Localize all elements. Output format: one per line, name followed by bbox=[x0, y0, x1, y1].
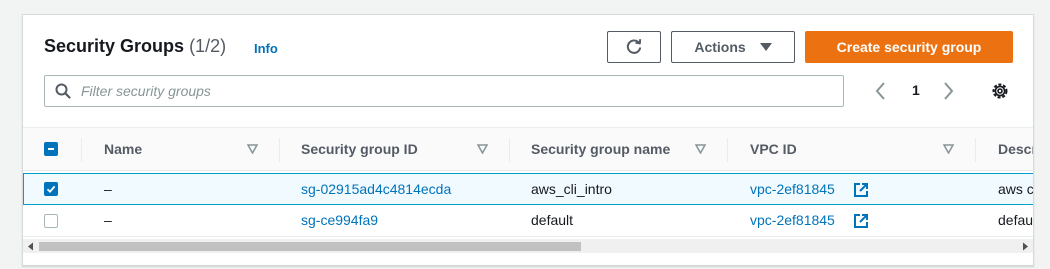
cell-name: – bbox=[104, 212, 112, 228]
horizontal-scrollbar[interactable] bbox=[23, 239, 1033, 253]
sort-icon[interactable] bbox=[477, 144, 488, 154]
cell-security-group-name: default bbox=[531, 212, 574, 228]
cell-name: – bbox=[104, 181, 112, 197]
sort-icon[interactable] bbox=[695, 144, 706, 154]
current-page-number[interactable]: 1 bbox=[912, 82, 920, 98]
actions-button[interactable]: Actions bbox=[671, 31, 795, 63]
external-link-icon[interactable] bbox=[853, 213, 869, 229]
column-header-description[interactable]: Descr bbox=[998, 141, 1033, 157]
column-header-security-group-id[interactable]: Security group ID bbox=[301, 141, 418, 157]
checkbox-checked-icon bbox=[46, 185, 56, 194]
cell-security-group-id[interactable]: sg-ce994fa9 bbox=[301, 212, 378, 228]
cell-description: aws c bbox=[998, 181, 1034, 197]
selection-count: (1/2) bbox=[189, 36, 227, 56]
table-row[interactable]: – sg-ce994fa9 default vpc-2ef81845 defau bbox=[23, 205, 1034, 237]
table-header-row: Name Security group ID Security group na… bbox=[23, 127, 1033, 171]
cell-security-group-name: aws_cli_intro bbox=[531, 181, 612, 197]
column-header-vpc-id[interactable]: VPC ID bbox=[750, 141, 797, 157]
chevron-left-icon[interactable] bbox=[874, 81, 888, 101]
scroll-left-arrow-icon[interactable] bbox=[27, 242, 35, 251]
caret-down-icon bbox=[759, 43, 772, 51]
info-link[interactable]: Info bbox=[254, 41, 278, 56]
title-text: Security Groups bbox=[44, 36, 185, 56]
column-divider bbox=[727, 138, 728, 162]
row-checkbox[interactable] bbox=[44, 182, 58, 196]
refresh-button[interactable] bbox=[607, 31, 661, 63]
column-header-name[interactable]: Name bbox=[104, 141, 142, 157]
column-header-security-group-name[interactable]: Security group name bbox=[531, 141, 670, 157]
external-link-icon[interactable] bbox=[853, 182, 869, 198]
scroll-right-arrow-icon[interactable] bbox=[1021, 242, 1029, 251]
chevron-right-icon[interactable] bbox=[941, 81, 955, 101]
actions-label: Actions bbox=[694, 39, 746, 55]
page-title: Security Groups (1/2) bbox=[44, 36, 226, 57]
select-all-checkbox[interactable] bbox=[44, 142, 58, 156]
checkbox-indeterminate-icon bbox=[48, 148, 54, 150]
column-divider bbox=[975, 138, 976, 162]
search-icon bbox=[55, 83, 71, 99]
refresh-icon bbox=[626, 39, 642, 54]
filter-security-groups-input[interactable] bbox=[79, 82, 843, 100]
column-divider bbox=[509, 138, 510, 162]
create-security-group-button[interactable]: Create security group bbox=[805, 31, 1013, 63]
cell-vpc-id[interactable]: vpc-2ef81845 bbox=[750, 181, 835, 197]
column-divider bbox=[81, 138, 82, 162]
table-row[interactable]: – sg-02915ad4c4814ecda aws_cli_intro vpc… bbox=[23, 173, 1034, 205]
scrollbar-thumb[interactable] bbox=[39, 242, 581, 251]
settings-icon[interactable] bbox=[990, 81, 1010, 101]
column-divider bbox=[279, 138, 280, 162]
sort-icon[interactable] bbox=[943, 144, 954, 154]
cell-vpc-id[interactable]: vpc-2ef81845 bbox=[750, 212, 835, 228]
cell-security-group-id[interactable]: sg-02915ad4c4814ecda bbox=[301, 181, 451, 197]
search-box bbox=[44, 75, 844, 107]
row-checkbox[interactable] bbox=[44, 214, 58, 228]
sort-icon[interactable] bbox=[247, 144, 258, 154]
cell-description: defau bbox=[998, 212, 1034, 228]
security-groups-panel: Security Groups (1/2) Info Actions Creat… bbox=[22, 14, 1034, 266]
